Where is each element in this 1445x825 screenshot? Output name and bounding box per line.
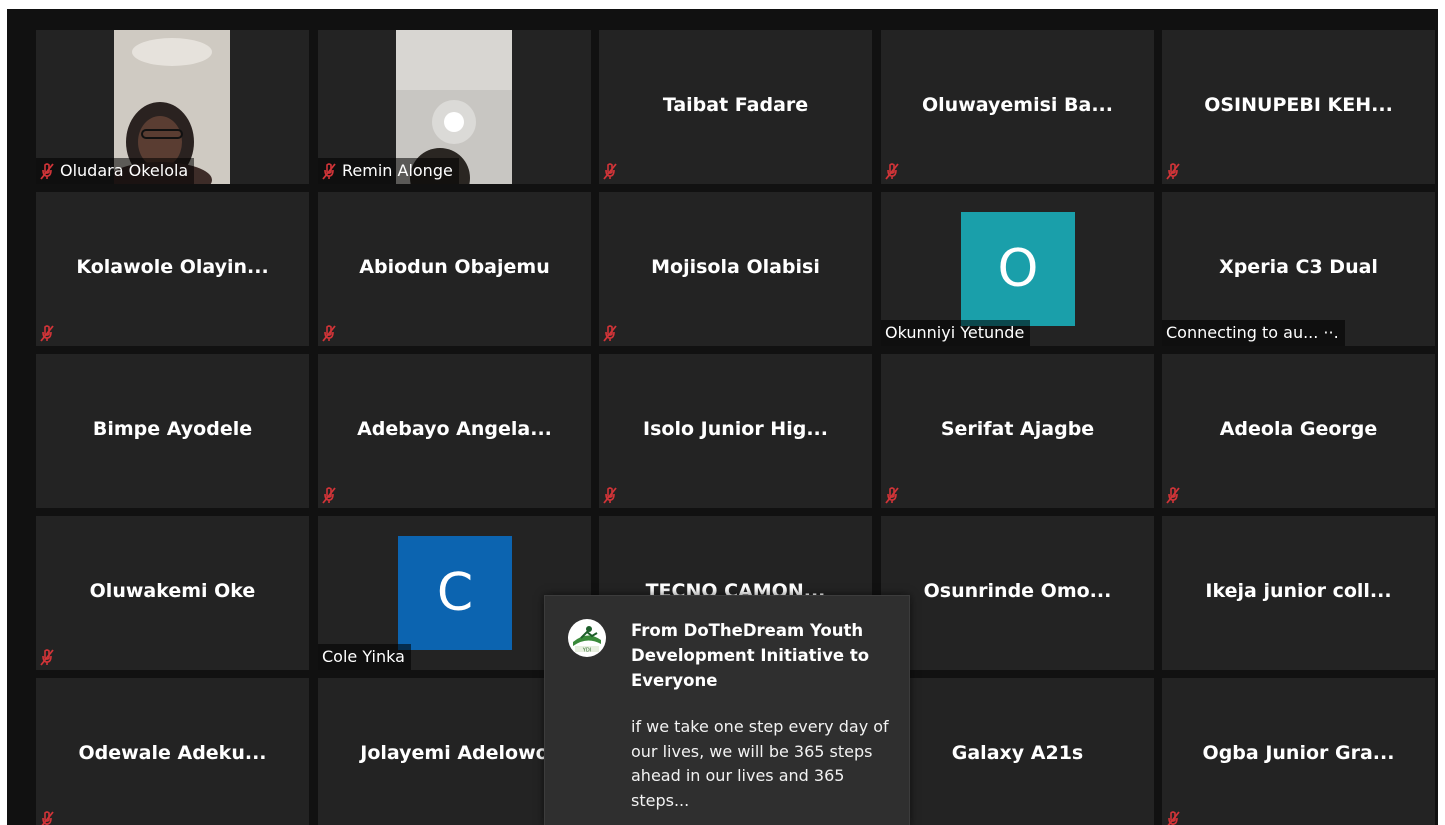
participant-name: Abiodun Obajemu [359,256,550,278]
participant-tile[interactable]: Oluwayemisi Ba... [881,30,1154,184]
microphone-muted-icon [1167,811,1180,825]
participant-name: Taibat Fadare [662,94,809,116]
microphone-muted-icon [41,811,54,825]
participant-name: Serifat Ajagbe [940,418,1095,440]
participant-tile[interactable]: Oludara Okelola [36,30,309,184]
participant-tile[interactable]: Bimpe Ayodele [36,354,309,508]
participant-name: Odewale Adeku... [78,742,267,764]
participant-name: Isolo Junior Hig... [643,418,828,440]
microphone-muted-icon [885,487,899,504]
participant-name: Xperia C3 Dual [1219,256,1378,278]
muted-indicator [885,163,899,180]
svg-text:YDI: YDI [582,648,591,654]
participant-name: OSINUPEBI KEH... [1204,94,1393,116]
participant-tile[interactable]: Mojisola Olabisi [599,192,872,346]
participant-tile[interactable]: OSINUPEBI KEH... [1162,30,1435,184]
connection-status-label: Connecting to au... ··. [1162,320,1345,346]
participant-tile[interactable]: Serifat Ajagbe [881,354,1154,508]
participant-name: Galaxy A21s [951,742,1084,764]
muted-indicator [40,325,54,342]
participant-name: Mojisola Olabisi [651,256,820,278]
participant-avatar: O [961,212,1075,326]
participant-tile[interactable]: Ogba Junior Gra... [1162,678,1435,825]
participant-name-label: Okunniyi Yetunde [881,320,1031,346]
participant-name: Oluwayemisi Ba... [922,94,1113,116]
microphone-muted-icon [1166,487,1180,504]
participant-name: Bimpe Ayodele [92,418,253,440]
participant-tile[interactable]: Ikeja junior coll... [1162,516,1435,670]
participant-name: Ikeja junior coll... [1205,580,1392,602]
participant-name: Adebayo Angela... [357,418,552,440]
participant-tile[interactable]: Kolawole Olayin... [36,192,309,346]
muted-indicator [603,487,617,504]
microphone-muted-icon [40,162,54,180]
participant-tile[interactable]: Oluwakemi Oke [36,516,309,670]
participant-tile[interactable]: Taibat Fadare [599,30,872,184]
muted-indicator [322,487,336,504]
participant-tile[interactable]: Odewale Adeku... [36,678,309,825]
participant-name-label: Oludara Okelola [36,158,195,184]
participant-name: Cole Yinka [322,647,405,666]
participant-tile[interactable]: Osunrinde Omo... [881,516,1154,670]
chat-sender-header: From DoTheDream Youth Development Initia… [631,621,870,690]
participant-tile[interactable]: Abiodun Obajemu [318,192,591,346]
muted-indicator [603,325,617,342]
microphone-muted-icon [322,325,336,342]
chat-notification-popup[interactable]: YDI From DoTheDream Youth Development In… [544,595,910,825]
muted-indicator [322,325,336,342]
participant-name: Adeola George [1219,418,1378,440]
participant-name: Osunrinde Omo... [923,580,1112,602]
participant-name-label: Remin Alonge [318,158,459,184]
dothedream-logo-icon: YDI [568,619,606,657]
microphone-muted-icon [603,487,617,504]
microphone-muted-icon [603,163,617,180]
muted-indicator [1166,163,1180,180]
microphone-muted-icon [322,487,336,504]
participant-tile[interactable]: Adebayo Angela... [318,354,591,508]
participant-tile[interactable]: Remin Alonge [318,30,591,184]
muted-indicator [885,487,899,504]
participant-tile[interactable]: O Okunniyi Yetunde [881,192,1154,346]
microphone-muted-icon [322,162,336,180]
participant-name: Oludara Okelola [60,161,189,180]
participant-tile[interactable]: Galaxy A21s [881,678,1154,825]
participant-name-label: Cole Yinka [318,644,411,670]
muted-indicator [40,811,54,825]
microphone-muted-icon [1166,163,1180,180]
muted-indicator [603,163,617,180]
muted-indicator [1166,811,1180,825]
participant-name: Remin Alonge [342,161,453,180]
participant-name: Okunniyi Yetunde [885,323,1025,342]
microphone-muted-icon [40,325,54,342]
participant-name: Oluwakemi Oke [89,580,256,602]
participant-tile[interactable]: Isolo Junior Hig... [599,354,872,508]
participant-name: Ogba Junior Gra... [1202,742,1395,764]
muted-indicator [40,649,54,666]
participant-name: Kolawole Olayin... [76,256,269,278]
microphone-muted-icon [885,163,899,180]
participant-avatar: C [398,536,512,650]
muted-indicator [1166,487,1180,504]
microphone-muted-icon [603,325,617,342]
microphone-muted-icon [40,649,54,666]
participant-tile[interactable]: Xperia C3 Dual Connecting to au... ··. [1162,192,1435,346]
participant-tile[interactable]: Adeola George [1162,354,1435,508]
chat-message-text: if we take one step every day of our liv… [631,717,889,810]
